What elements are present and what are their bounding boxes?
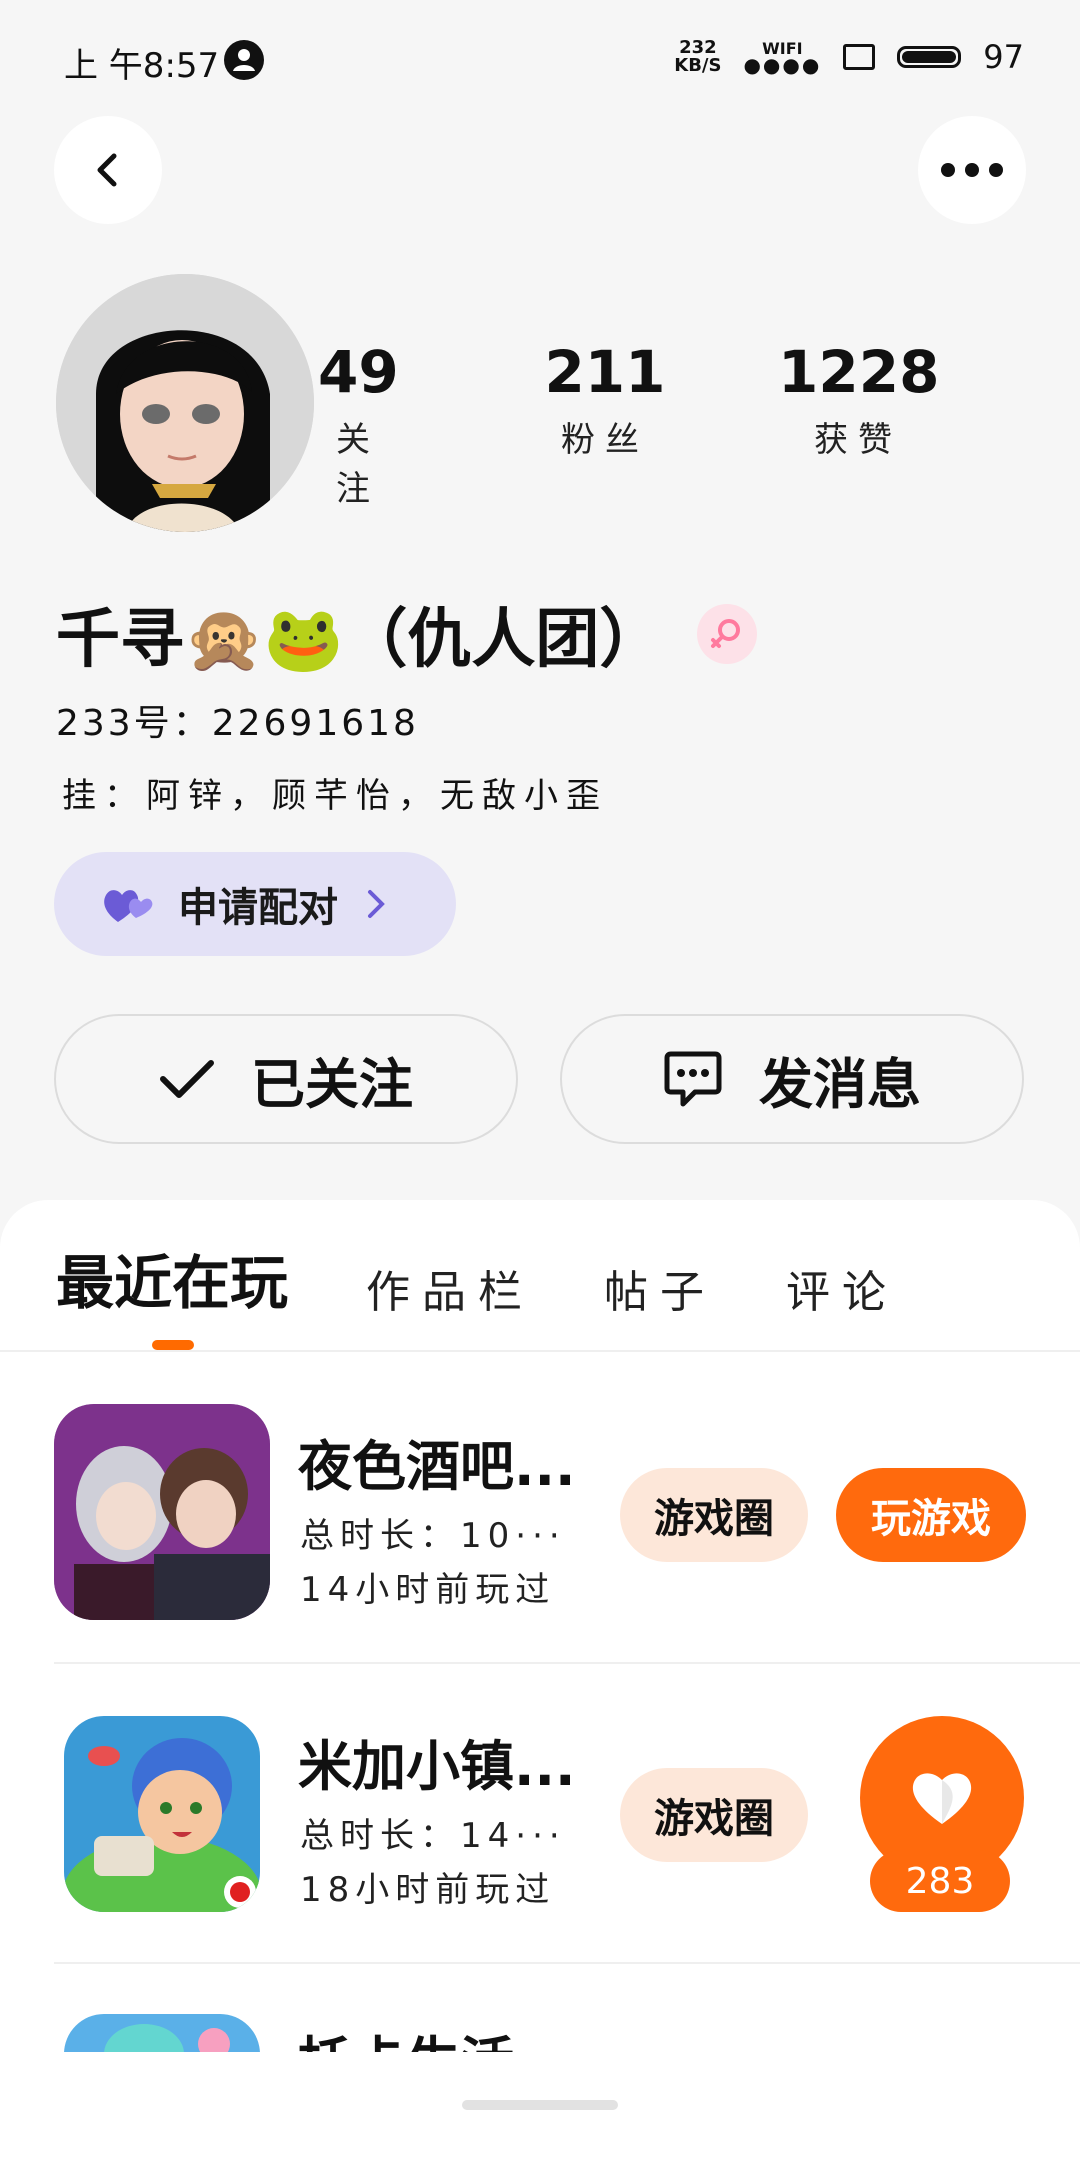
tab-posts[interactable]: 帖子 — [604, 1256, 716, 1330]
game-duration: 总时长：10··· — [300, 1516, 566, 1556]
rotation-lock-icon — [843, 44, 876, 70]
hearts-icon — [104, 890, 153, 922]
game-last-played: 18小时前玩过 — [300, 1870, 556, 1910]
status-icons: 232 KB/S WIFI ●●●● 97 — [674, 38, 1024, 76]
tab-recent-play[interactable]: 最近在玩 — [56, 1236, 288, 1330]
back-button[interactable] — [54, 116, 162, 224]
row-divider — [54, 1962, 1080, 1964]
game-icon[interactable] — [54, 1404, 270, 1620]
check-icon — [160, 1060, 214, 1098]
chat-bubble-icon — [664, 1051, 722, 1107]
like-count: 283 — [870, 1850, 1010, 1912]
battery-level: 97 — [983, 38, 1024, 76]
stat-following[interactable]: 49 关注 — [318, 340, 399, 510]
game-item[interactable]: 托卡生活 — [0, 1990, 1080, 2052]
hang-text: 挂：阿锌，顾芊怡，无敌小歪 — [62, 776, 608, 816]
game-icon[interactable] — [64, 1716, 260, 1912]
chevron-right-icon — [368, 890, 385, 918]
battery-icon — [897, 46, 962, 68]
profile-name: 千寻🙊🐸（仇人团） — [56, 603, 664, 677]
more-button[interactable] — [918, 116, 1026, 224]
game-item[interactable]: 夜色酒吧... 总时长：10··· 14小时前玩过 游戏圈 玩游戏 — [0, 1396, 1080, 1696]
game-icon[interactable] — [64, 2014, 260, 2052]
follow-button[interactable]: 已关注 — [54, 1014, 518, 1144]
game-title[interactable]: 托卡生活 — [298, 2018, 514, 2052]
game-title[interactable]: 米加小镇... — [298, 1722, 576, 1801]
wifi-icon: WIFI ●●●● — [743, 39, 822, 77]
user-id: 233号：22691618 — [56, 703, 419, 744]
name-row: 千寻🙊🐸（仇人团） — [56, 588, 758, 680]
play-game-button[interactable]: 玩游戏 — [836, 1468, 1026, 1562]
home-indicator[interactable] — [462, 2100, 618, 2110]
female-gender-icon — [697, 604, 758, 664]
avatar[interactable] — [56, 274, 314, 532]
tab-divider — [0, 1350, 1080, 1352]
row-divider — [54, 1662, 1080, 1664]
status-time: 上 午8:57 — [64, 46, 220, 86]
tab-bar: 最近在玩 作品栏 帖子 评论 — [56, 1236, 968, 1330]
game-title[interactable]: 夜色酒吧... — [298, 1422, 576, 1501]
message-button[interactable]: 发消息 — [560, 1014, 1024, 1144]
game-circle-button[interactable]: 游戏圈 — [620, 1468, 808, 1562]
tab-works[interactable]: 作品栏 — [366, 1256, 534, 1330]
stat-followers[interactable]: 211 粉丝 — [540, 340, 670, 461]
user-status-icon — [224, 40, 264, 80]
game-circle-button[interactable]: 游戏圈 — [620, 1768, 808, 1862]
game-last-played: 14小时前玩过 — [300, 1570, 556, 1610]
more-dots-icon — [941, 163, 1003, 177]
active-tab-indicator — [152, 1340, 194, 1350]
network-speed: 232 KB/S — [674, 37, 722, 76]
chevron-left-icon — [97, 153, 117, 187]
tab-comments[interactable]: 评论 — [786, 1256, 898, 1330]
apply-pair-button[interactable]: 申请配对 — [54, 852, 456, 956]
stat-likes[interactable]: 1228 获赞 — [778, 340, 939, 461]
game-duration: 总时长：14··· — [300, 1816, 566, 1856]
